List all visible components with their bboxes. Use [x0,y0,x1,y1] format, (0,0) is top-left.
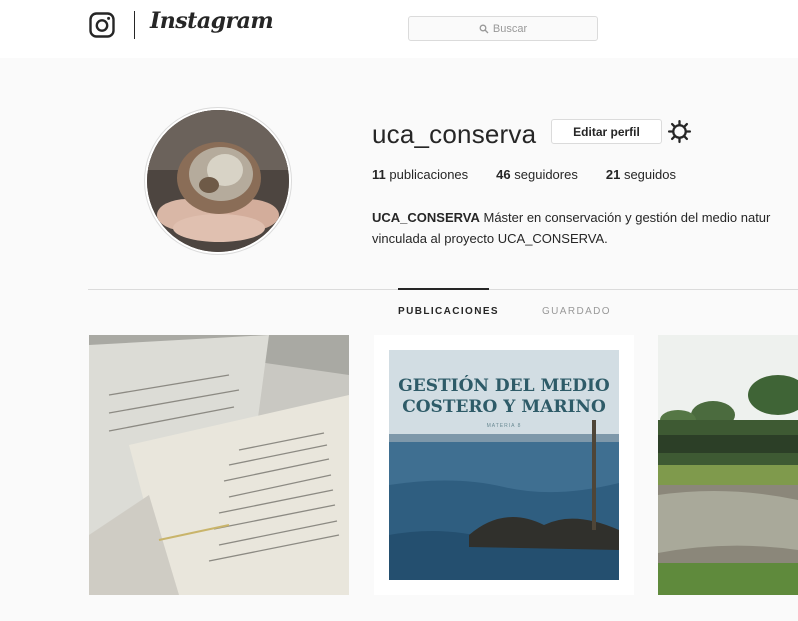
instagram-wordmark[interactable]: Instagram [150,8,274,34]
post-image-wetland [658,335,798,595]
posts-label: publicaciones [389,167,469,182]
post-thumbnail[interactable]: GESTIÓN DEL MEDIO COSTERO Y MARINO MATER… [374,335,634,595]
followers-count: 46 [496,167,511,182]
bio-name: UCA_CONSERVA [372,210,480,225]
bio-line-1: UCA_CONSERVA Máster en conservación y ge… [372,207,798,228]
avatar-image [147,110,289,252]
following-label: seguidos [623,167,676,182]
post-subtitle: MATERIA 8 [487,423,522,429]
post-image-coastal-course: GESTIÓN DEL MEDIO COSTERO Y MARINO MATER… [374,335,634,595]
gear-icon[interactable] [667,119,692,144]
tab-saved[interactable]: GUARDADO [542,306,611,317]
search-box[interactable]: Buscar [408,16,598,41]
posts-stat: 11 publicaciones [372,167,468,182]
bio-text: Máster en conservación y gestión del med… [479,210,771,225]
top-nav-bar: Instagram Buscar [0,0,798,58]
post-thumbnail[interactable] [658,335,798,595]
profile-username: uca_conserva [372,119,537,149]
posts-count: 11 [372,167,386,182]
post-title-line-2: COSTERO Y MARINO [402,397,606,417]
bio-line-2: vinculada al proyecto UCA_CONSERVA. [372,231,608,246]
active-tab-indicator [398,288,489,290]
profile-bio: UCA_CONSERVA Máster en conservación y ge… [372,207,798,249]
tab-posts[interactable]: PUBLICACIONES [398,306,499,317]
nav-divider [134,11,135,39]
post-thumbnail[interactable] [89,335,349,595]
instagram-camera-icon[interactable] [89,12,115,38]
profile-avatar[interactable] [145,108,291,254]
followers-label: seguidores [514,167,578,182]
following-stat[interactable]: 21 seguidos [606,167,676,182]
followers-stat[interactable]: 46 seguidores [496,167,578,182]
following-count: 21 [605,167,621,182]
profile-stats: 11 publicaciones 46 seguidores 21 seguid… [372,167,704,182]
edit-profile-button[interactable]: Editar perfil [551,119,662,144]
post-image-documents [89,335,349,595]
post-title-line-1: GESTIÓN DEL MEDIO [398,375,610,396]
